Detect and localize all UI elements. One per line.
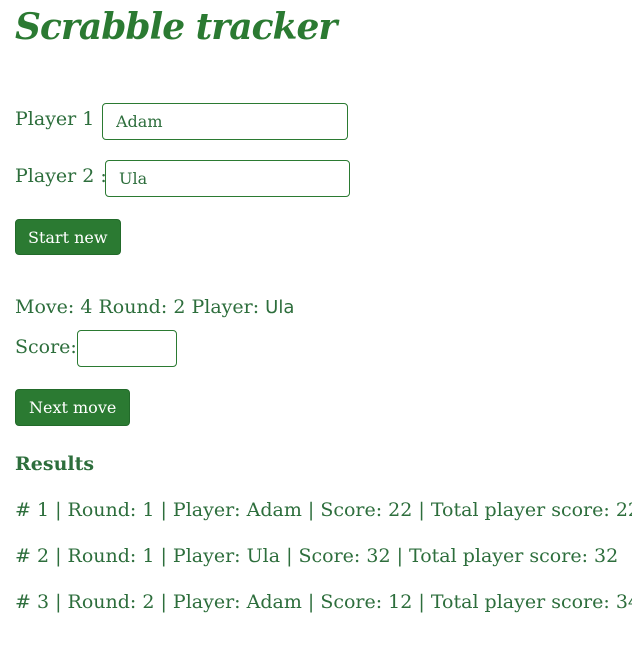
round-label: Round:	[98, 296, 168, 318]
player2-label: Player 2 :	[15, 165, 107, 187]
next-move-button[interactable]: Next move	[15, 389, 131, 426]
result-row: # 3 | Round: 2 | Player: Adam | Score: 1…	[15, 591, 632, 613]
move-label: Move:	[15, 296, 75, 318]
player1-input[interactable]	[102, 103, 348, 140]
game-status: Move: 4 Round: 2 Player: Ula	[15, 296, 294, 318]
result-row: # 1 | Round: 1 | Player: Adam | Score: 2…	[15, 499, 632, 521]
move-value: 4	[80, 296, 93, 318]
round-value: 2	[173, 296, 186, 318]
player2-input[interactable]	[105, 160, 350, 197]
score-label: Score:	[15, 336, 77, 358]
start-new-button[interactable]: Start new	[15, 219, 121, 255]
current-player-name: Ula	[265, 297, 295, 318]
score-input[interactable]	[77, 330, 177, 367]
player1-label: Player 1 :	[15, 108, 107, 130]
page-title: Scrabble tracker	[15, 6, 337, 48]
player-label: Player:	[191, 296, 260, 318]
result-row: # 2 | Round: 1 | Player: Ula | Score: 32…	[15, 545, 619, 567]
results-heading: Results	[15, 453, 95, 475]
